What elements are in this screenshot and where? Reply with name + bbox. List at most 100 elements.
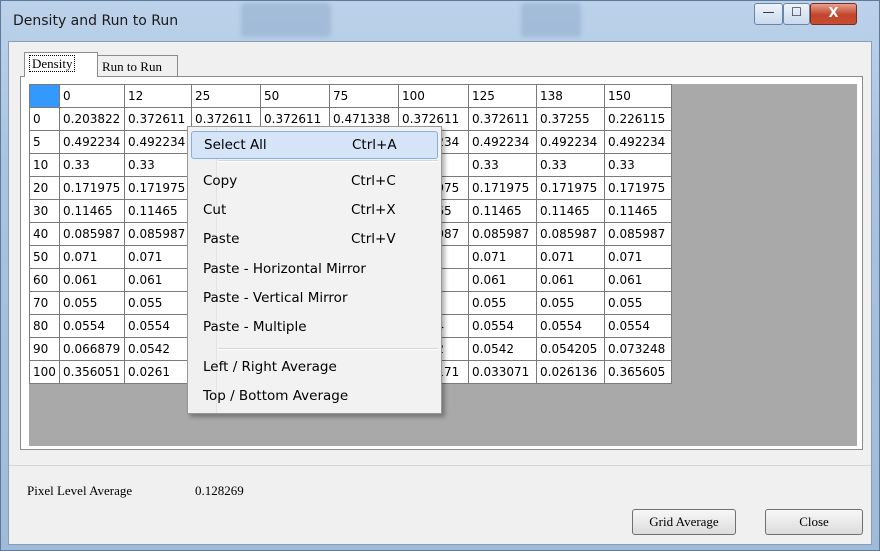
grid-row-header[interactable]: 40: [29, 222, 60, 246]
grid-row-header[interactable]: 50: [29, 245, 60, 269]
menu-item-top-bottom-average[interactable]: Top / Bottom Average: [191, 383, 438, 411]
grid-column-header[interactable]: 25: [191, 84, 261, 108]
grid-column-header[interactable]: 50: [260, 84, 330, 108]
grid-cell[interactable]: 0.492234: [604, 130, 672, 154]
grid-cell[interactable]: 0.055: [468, 291, 537, 315]
grid-cell[interactable]: 0.085987: [604, 222, 672, 246]
grid-cell[interactable]: 0.33: [59, 153, 125, 177]
tab-run-to-run[interactable]: Run to Run: [97, 55, 178, 76]
grid-column-header[interactable]: 125: [468, 84, 537, 108]
density-grid-area[interactable]: 0 12 25 50 75 100 125 138 150 0 0.203822 0.372611 0.…: [29, 84, 857, 446]
grid-column-header[interactable]: 0: [59, 84, 125, 108]
grid-column-header[interactable]: 12: [124, 84, 192, 108]
tab-density[interactable]: Density: [24, 52, 98, 77]
grid-cell[interactable]: 0.365605: [604, 360, 672, 384]
menu-item-left-right-average[interactable]: Left / Right Average: [191, 354, 438, 382]
grid-cell[interactable]: 0.171975: [604, 176, 672, 200]
grid-cell[interactable]: 0.0542: [468, 337, 537, 361]
grid-cell[interactable]: 0.0554: [468, 314, 537, 338]
grid-cell[interactable]: 0.11465: [124, 199, 192, 223]
menu-item-paste-horizontal-mirror[interactable]: Paste - Horizontal Mirror: [191, 256, 438, 284]
title-bar[interactable]: Density and Run to Run — ☐ X: [1, 1, 879, 41]
grid-cell[interactable]: 0.33: [604, 153, 672, 177]
grid-cell[interactable]: 0.071: [604, 245, 672, 269]
grid-cell[interactable]: 0.11465: [59, 199, 125, 223]
menu-item-copy[interactable]: Copy Ctrl+C: [191, 168, 438, 196]
grid-cell[interactable]: 0.33: [468, 153, 537, 177]
grid-average-button[interactable]: Grid Average: [632, 509, 736, 535]
minimize-button[interactable]: —: [754, 3, 783, 25]
grid-row-header[interactable]: 80: [29, 314, 60, 338]
maximize-button[interactable]: ☐: [783, 3, 810, 25]
grid-cell[interactable]: 0.171975: [536, 176, 605, 200]
grid-cell[interactable]: 0.026136: [536, 360, 605, 384]
grid-header-row[interactable]: 0 12 25 50 75 100 125 138 150: [29, 84, 672, 108]
grid-cell[interactable]: 0.492234: [468, 130, 537, 154]
grid-row-header[interactable]: 60: [29, 268, 60, 292]
grid-cell[interactable]: 0.0542: [124, 337, 192, 361]
grid-cell[interactable]: 0.055: [604, 291, 672, 315]
grid-cell[interactable]: 0.055: [59, 291, 125, 315]
grid-cell[interactable]: 0.0554: [124, 314, 192, 338]
grid-cell[interactable]: 0.0554: [536, 314, 605, 338]
grid-cell[interactable]: 0.055: [124, 291, 192, 315]
grid-cell[interactable]: 0.061: [124, 268, 192, 292]
menu-item-paste[interactable]: Paste Ctrl+V: [191, 226, 438, 254]
grid-cell[interactable]: 0.492234: [124, 130, 192, 154]
grid-cell[interactable]: 0.073248: [604, 337, 672, 361]
grid-column-header[interactable]: 100: [398, 84, 469, 108]
grid-cell[interactable]: 0.226115: [604, 107, 672, 131]
grid-cell[interactable]: 0.085987: [468, 222, 537, 246]
grid-cell[interactable]: 0.372611: [124, 107, 192, 131]
grid-cell[interactable]: 0.066879: [59, 337, 125, 361]
grid-cell[interactable]: 0.203822: [59, 107, 125, 131]
grid-cell[interactable]: 0.085987: [536, 222, 605, 246]
close-button[interactable]: Close: [765, 509, 863, 535]
grid-cell[interactable]: 0.171975: [124, 176, 192, 200]
grid-row-header[interactable]: 20: [29, 176, 60, 200]
grid-cell[interactable]: 0.071: [468, 245, 537, 269]
grid-cell[interactable]: 0.071: [536, 245, 605, 269]
grid-row-header[interactable]: 100: [29, 360, 60, 384]
grid-cell[interactable]: 0.11465: [604, 199, 672, 223]
grid-cell[interactable]: 0.061: [604, 268, 672, 292]
grid-cell[interactable]: 0.171975: [468, 176, 537, 200]
grid-cell[interactable]: 0.33: [536, 153, 605, 177]
grid-cell[interactable]: 0.492234: [59, 130, 125, 154]
menu-item-paste-multiple[interactable]: Paste - Multiple: [191, 314, 438, 342]
grid-cell[interactable]: 0.492234: [536, 130, 605, 154]
grid-row-header[interactable]: 30: [29, 199, 60, 223]
grid-cell[interactable]: 0.085987: [59, 222, 125, 246]
grid-cell[interactable]: 0.061: [468, 268, 537, 292]
menu-item-select-all[interactable]: Select All Ctrl+A: [191, 131, 438, 159]
grid-cell[interactable]: 0.372611: [468, 107, 537, 131]
grid-cell[interactable]: 0.11465: [468, 199, 537, 223]
menu-item-cut[interactable]: Cut Ctrl+X: [191, 197, 438, 225]
grid-row-header[interactable]: 90: [29, 337, 60, 361]
grid-cell[interactable]: 0.033071: [468, 360, 537, 384]
grid-cell[interactable]: 0.085987: [124, 222, 192, 246]
grid-row-header[interactable]: 10: [29, 153, 60, 177]
grid-cell[interactable]: 0.11465: [536, 199, 605, 223]
grid-cell[interactable]: 0.061: [59, 268, 125, 292]
grid-cell[interactable]: 0.37255: [536, 107, 605, 131]
grid-column-header[interactable]: 150: [604, 84, 672, 108]
grid-cell[interactable]: 0.055: [536, 291, 605, 315]
grid-row-header[interactable]: 5: [29, 130, 60, 154]
menu-item-paste-vertical-mirror[interactable]: Paste - Vertical Mirror: [191, 285, 438, 313]
grid-cell[interactable]: 0.0554: [59, 314, 125, 338]
grid-cell[interactable]: 0.356051: [59, 360, 125, 384]
grid-cell[interactable]: 0.071: [124, 245, 192, 269]
grid-cell[interactable]: 0.071: [59, 245, 125, 269]
grid-cell[interactable]: 0.0554: [604, 314, 672, 338]
grid-column-header[interactable]: 75: [329, 84, 399, 108]
grid-row-header[interactable]: 0: [29, 107, 60, 131]
grid-cell[interactable]: 0.054205: [536, 337, 605, 361]
grid-cell[interactable]: 0.061: [536, 268, 605, 292]
grid-row-header[interactable]: 70: [29, 291, 60, 315]
grid-corner-cell[interactable]: [29, 84, 60, 108]
close-window-button[interactable]: X: [810, 3, 857, 25]
grid-cell[interactable]: 0.0261: [124, 360, 192, 384]
grid-cell[interactable]: 0.33: [124, 153, 192, 177]
grid-cell[interactable]: 0.171975: [59, 176, 125, 200]
